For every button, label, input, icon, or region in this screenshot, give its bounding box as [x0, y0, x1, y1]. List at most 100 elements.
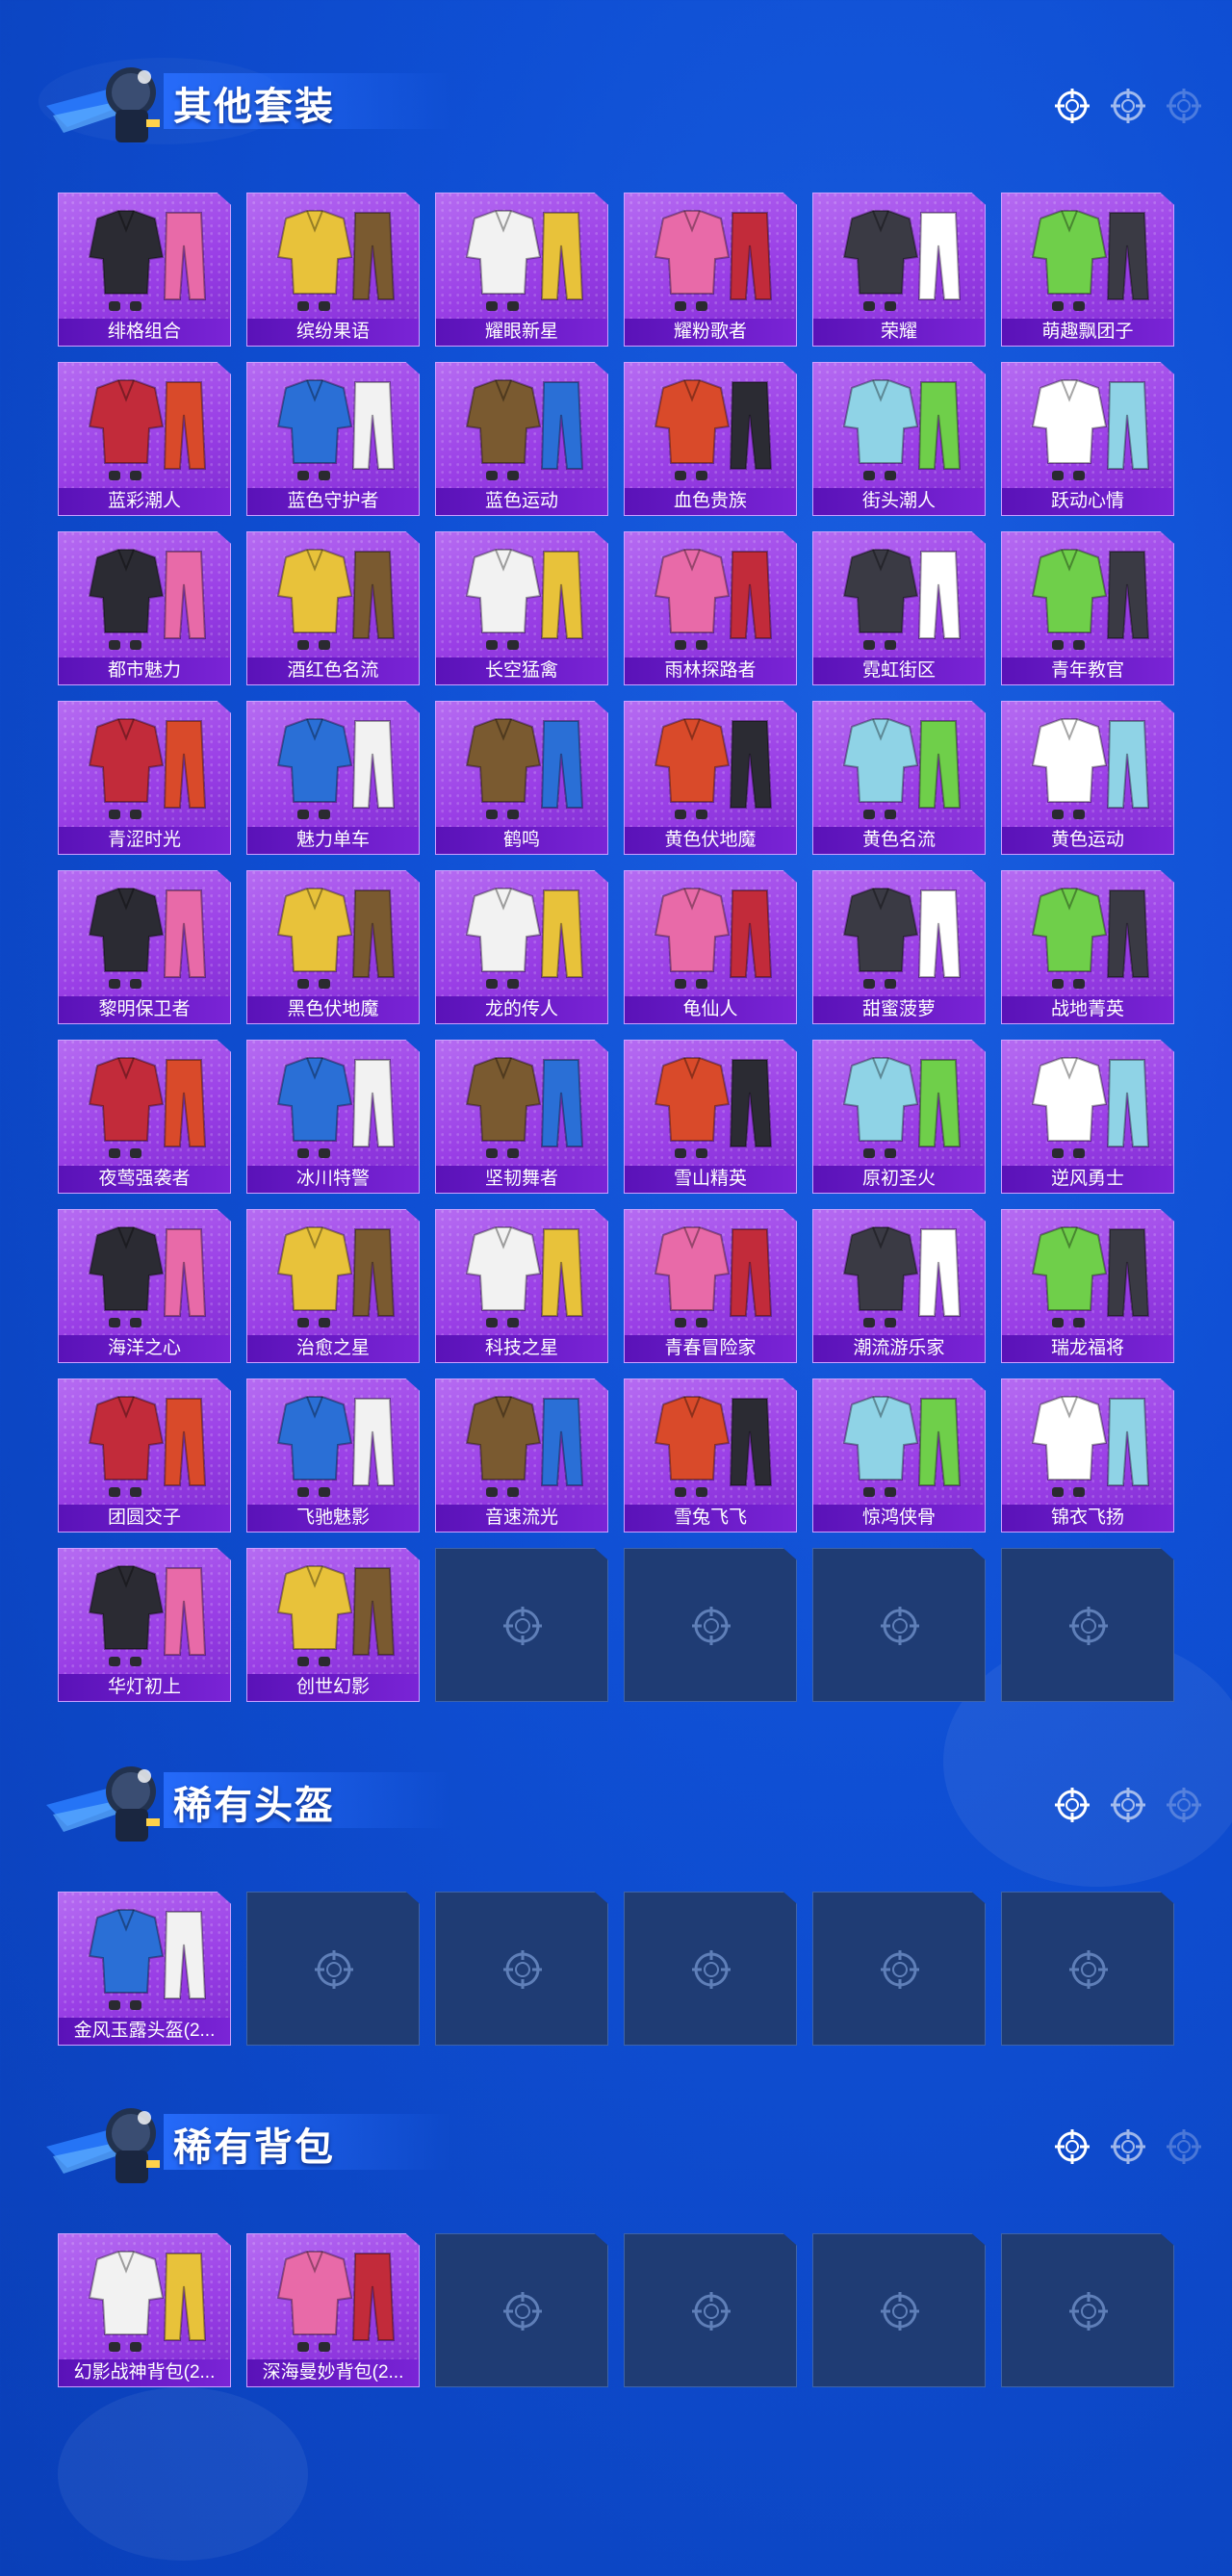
- item-card[interactable]: 甜蜜菠萝: [812, 870, 986, 1024]
- item-card[interactable]: 惊鸿侠骨: [812, 1378, 986, 1533]
- item-card[interactable]: 缤纷果语: [246, 193, 420, 347]
- outfit-image: [88, 1909, 207, 2010]
- item-card[interactable]: 黄色伏地魔: [624, 701, 797, 855]
- item-label: 惊鸿侠骨: [813, 1505, 985, 1532]
- item-card[interactable]: 长空猛禽: [435, 531, 608, 685]
- item-card[interactable]: 霓虹街区: [812, 531, 986, 685]
- item-grid: 绯格组合 缤纷果语 耀眼新星 耀粉歌者 荣耀 萌趣飘团子蓝彩潮人 蓝色守护者 蓝色运动 血色贵族…: [58, 193, 1174, 1702]
- item-card[interactable]: 夜莺强袭者: [58, 1040, 231, 1194]
- item-card[interactable]: 雨林探路者: [624, 531, 797, 685]
- item-card[interactable]: 青涩时光: [58, 701, 231, 855]
- item-card[interactable]: 黎明保卫者: [58, 870, 231, 1024]
- item-card[interactable]: 海洋之心: [58, 1209, 231, 1363]
- item-label: 团圆交子: [59, 1505, 230, 1532]
- item-card[interactable]: 深海曼妙背包(2...: [246, 2233, 420, 2387]
- item-card[interactable]: 萌趣飘团子: [1001, 193, 1174, 347]
- item-label: 潮流游乐家: [813, 1335, 985, 1362]
- outfit-image: [654, 888, 773, 989]
- item-card[interactable]: 龙的传人: [435, 870, 608, 1024]
- item-label: 治愈之星: [247, 1335, 419, 1362]
- outfit-image: [1031, 1226, 1150, 1327]
- item-card[interactable]: 荣耀: [812, 193, 986, 347]
- background-decoration: [58, 2387, 308, 2561]
- outfit-image: [842, 888, 962, 989]
- item-card[interactable]: 治愈之星: [246, 1209, 420, 1363]
- outfit-image: [88, 888, 207, 989]
- item-card[interactable]: 青春冒险家: [624, 1209, 797, 1363]
- item-label: 荣耀: [813, 319, 985, 346]
- outfit-image: [276, 1565, 396, 1666]
- item-card[interactable]: 金风玉露头盔(2...: [58, 1892, 231, 2046]
- item-card[interactable]: 华灯初上: [58, 1548, 231, 1702]
- item-card[interactable]: 团圆交子: [58, 1378, 231, 1533]
- item-card[interactable]: 魅力单车: [246, 701, 420, 855]
- outfit-image: [1031, 379, 1150, 480]
- item-label: 音速流光: [436, 1505, 607, 1532]
- outfit-image: [842, 549, 962, 650]
- outfit-image: [842, 1226, 962, 1327]
- outfit-image: [276, 1226, 396, 1327]
- outfit-image: [88, 1396, 207, 1497]
- item-label: 酒红色名流: [247, 657, 419, 684]
- item-card[interactable]: 耀粉歌者: [624, 193, 797, 347]
- mascot-icon: [46, 1766, 160, 1842]
- crosshair-icon: [881, 2292, 919, 2331]
- outfit-image: [654, 1396, 773, 1497]
- mascot-icon: [46, 2108, 160, 2183]
- crosshair-icon: [692, 1950, 731, 1989]
- item-card[interactable]: 音速流光: [435, 1378, 608, 1533]
- header-crosshair-group: [1053, 1786, 1203, 1824]
- section-header: 其他套装: [29, 48, 1203, 154]
- item-card[interactable]: 黄色名流: [812, 701, 986, 855]
- item-card[interactable]: 科技之星: [435, 1209, 608, 1363]
- outfit-image: [276, 718, 396, 819]
- item-card[interactable]: 雪山精英: [624, 1040, 797, 1194]
- item-card[interactable]: 黑色伏地魔: [246, 870, 420, 1024]
- item-card[interactable]: 瑞龙福将: [1001, 1209, 1174, 1363]
- item-card[interactable]: 战地菁英: [1001, 870, 1174, 1024]
- item-card[interactable]: 幻影战神背包(2...: [58, 2233, 231, 2387]
- item-card[interactable]: 雪兔飞飞: [624, 1378, 797, 1533]
- item-label: 海洋之心: [59, 1335, 230, 1362]
- item-card[interactable]: 绯格组合: [58, 193, 231, 347]
- item-card[interactable]: 蓝色守护者: [246, 362, 420, 516]
- item-card[interactable]: 街头潮人: [812, 362, 986, 516]
- item-card[interactable]: 原初圣火: [812, 1040, 986, 1194]
- item-card[interactable]: 黄色运动: [1001, 701, 1174, 855]
- item-card[interactable]: 跃动心情: [1001, 362, 1174, 516]
- item-card[interactable]: 逆风勇士: [1001, 1040, 1174, 1194]
- item-label: 魅力单车: [247, 827, 419, 854]
- item-card[interactable]: 蓝色运动: [435, 362, 608, 516]
- item-card[interactable]: 青年教官: [1001, 531, 1174, 685]
- item-label: 黄色伏地魔: [625, 827, 796, 854]
- item-card[interactable]: 锦衣飞扬: [1001, 1378, 1174, 1533]
- item-label: 青年教官: [1002, 657, 1173, 684]
- item-card[interactable]: 耀眼新星: [435, 193, 608, 347]
- outfit-image: [1031, 718, 1150, 819]
- item-card[interactable]: 鹤鸣: [435, 701, 608, 855]
- item-card[interactable]: 酒红色名流: [246, 531, 420, 685]
- outfit-image: [88, 1057, 207, 1158]
- outfit-image: [1031, 1057, 1150, 1158]
- outfit-image: [1031, 549, 1150, 650]
- item-card[interactable]: 冰川特警: [246, 1040, 420, 1194]
- item-card[interactable]: 创世幻影: [246, 1548, 420, 1702]
- item-card[interactable]: 都市魅力: [58, 531, 231, 685]
- item-card[interactable]: 蓝彩潮人: [58, 362, 231, 516]
- outfit-image: [654, 718, 773, 819]
- item-card[interactable]: 龟仙人: [624, 870, 797, 1024]
- item-card[interactable]: 坚韧舞者: [435, 1040, 608, 1194]
- item-label: 华灯初上: [59, 1674, 230, 1701]
- crosshair-icon: [1055, 89, 1090, 123]
- item-card[interactable]: 血色贵族: [624, 362, 797, 516]
- outfit-image: [654, 1057, 773, 1158]
- item-label: 黄色名流: [813, 827, 985, 854]
- item-card[interactable]: 飞驰魅影: [246, 1378, 420, 1533]
- outfit-image: [465, 1396, 584, 1497]
- outfit-image: [276, 549, 396, 650]
- empty-slot: [624, 2233, 797, 2387]
- item-label: 原初圣火: [813, 1166, 985, 1193]
- section-title: 其他套装: [173, 85, 335, 129]
- item-card[interactable]: 潮流游乐家: [812, 1209, 986, 1363]
- outfit-image: [276, 888, 396, 989]
